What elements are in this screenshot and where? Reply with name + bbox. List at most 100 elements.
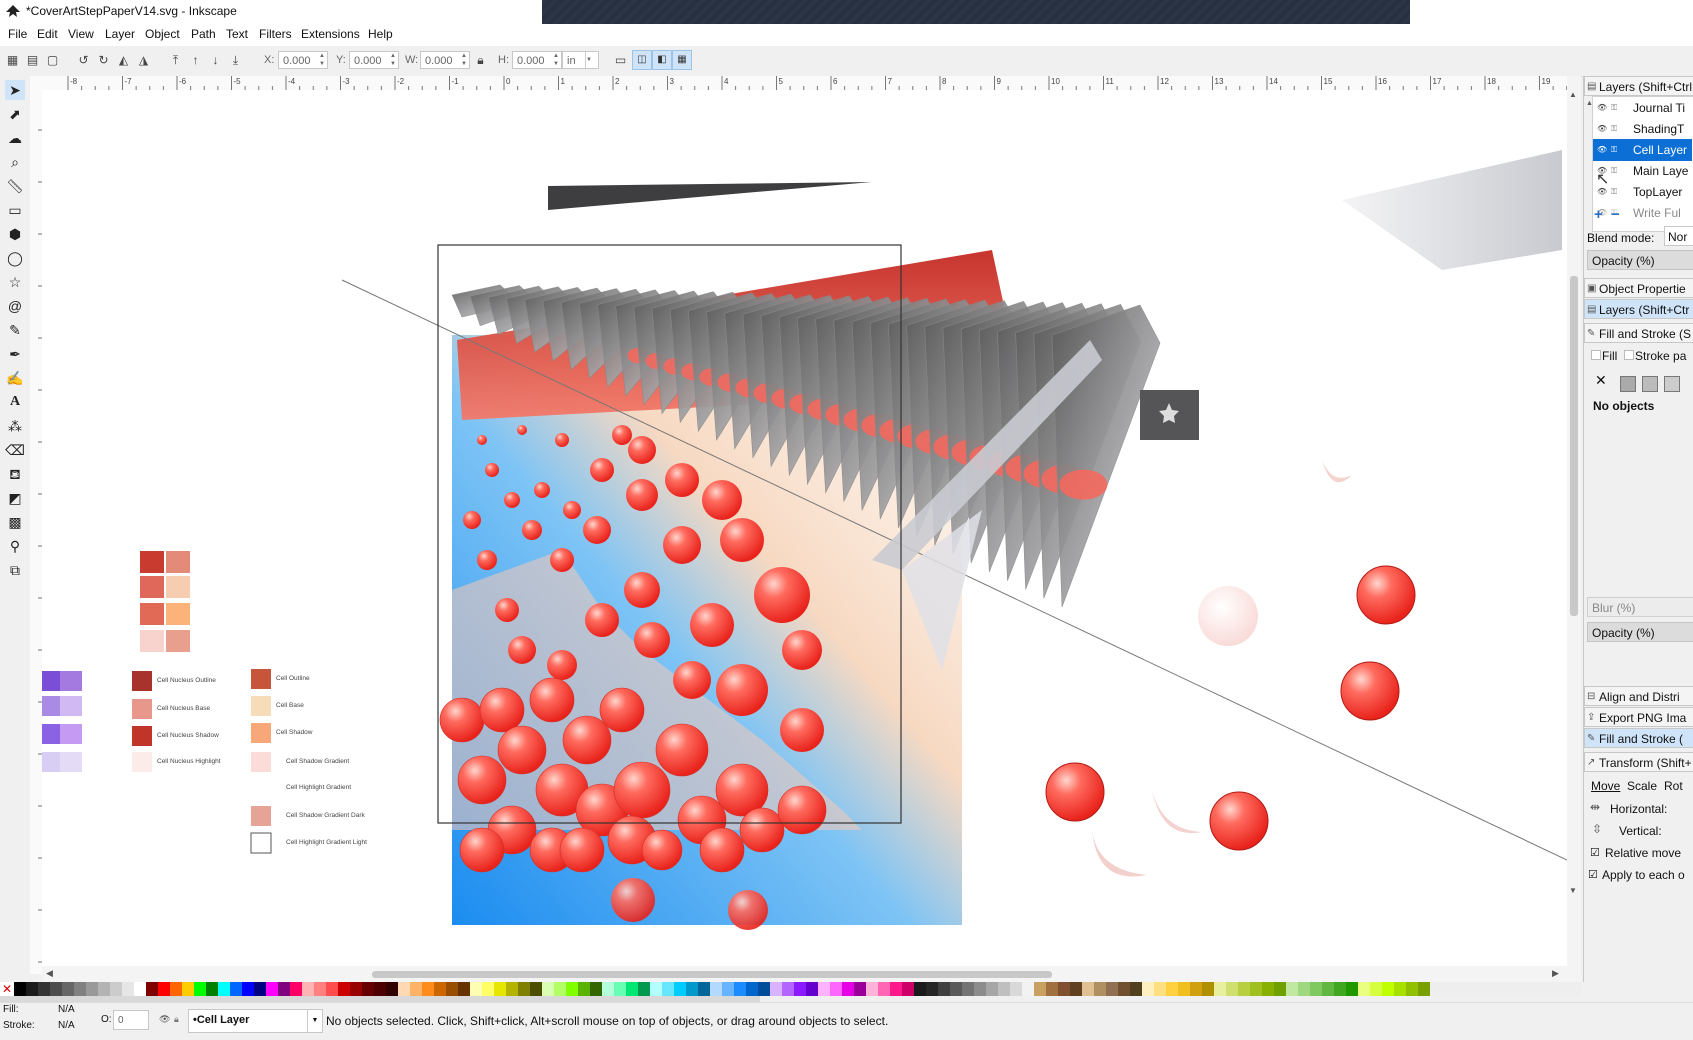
palette-swatch[interactable] — [74, 982, 86, 996]
palette-swatch[interactable] — [1274, 982, 1286, 996]
scale-corners-toggle[interactable]: ◫ — [632, 50, 652, 70]
palette-swatch[interactable] — [1370, 982, 1382, 996]
palette-swatch[interactable] — [494, 982, 506, 996]
menu-layer[interactable]: Layer — [105, 27, 135, 41]
lower-icon[interactable]: ↓ — [209, 54, 222, 67]
palette-swatch[interactable] — [266, 982, 278, 996]
export-png-tab[interactable]: ⇪ Export PNG Ima — [1584, 707, 1693, 727]
palette-swatch[interactable] — [650, 982, 662, 996]
palette-swatch[interactable] — [254, 982, 266, 996]
menu-file[interactable]: File — [8, 27, 27, 41]
palette-swatch[interactable] — [434, 982, 446, 996]
palette-swatch[interactable] — [722, 982, 734, 996]
h-spin-arrows-icon[interactable]: ▲ ▼ — [553, 52, 561, 68]
palette-swatch[interactable] — [362, 982, 374, 996]
palette-swatch[interactable] — [1058, 982, 1070, 996]
palette-swatch[interactable] — [1394, 982, 1406, 996]
move-gradients-toggle[interactable]: ◧ — [652, 50, 672, 70]
blur-slider[interactable]: Blur (%) — [1587, 597, 1693, 617]
palette-swatch[interactable] — [350, 982, 362, 996]
palette-swatch[interactable] — [974, 982, 986, 996]
no-paint-icon[interactable]: ✕ — [1595, 372, 1607, 389]
palette-swatch[interactable] — [446, 982, 458, 996]
palette-swatch[interactable] — [194, 982, 206, 996]
menu-view[interactable]: View — [68, 27, 94, 41]
unlock-icon[interactable]: ⚿ — [1611, 97, 1617, 119]
palette-swatch[interactable] — [1070, 982, 1082, 996]
lower-to-bottom-icon[interactable]: ⤓ — [229, 54, 242, 67]
spiral-tool-icon[interactable]: @ — [5, 296, 25, 316]
raise-icon[interactable]: ↑ — [189, 54, 202, 67]
palette-swatch[interactable] — [374, 982, 386, 996]
palette-swatch[interactable] — [866, 982, 878, 996]
pencil-tool-icon[interactable]: ✎ — [5, 320, 25, 340]
palette-swatch[interactable] — [26, 982, 38, 996]
palette-swatch[interactable] — [542, 982, 554, 996]
mesh-tool-icon[interactable]: ▩ — [5, 512, 25, 532]
zoom-tool-icon[interactable]: ⌕ — [5, 152, 25, 172]
palette-swatch[interactable] — [1310, 982, 1322, 996]
selector-tool-icon[interactable]: ➤ — [5, 80, 25, 100]
layer-row-cell-selected[interactable]: 👁︎ ⚿ Cell Layer — [1593, 139, 1692, 161]
palette-swatch[interactable] — [1094, 982, 1106, 996]
palette-swatch[interactable] — [1142, 982, 1154, 996]
pen-tool-icon[interactable]: ✒ — [5, 344, 25, 364]
palette-swatch[interactable] — [614, 982, 626, 996]
palette-swatch[interactable] — [674, 982, 686, 996]
menu-object[interactable]: Object — [145, 27, 180, 41]
dropper-tool-icon[interactable]: ⚲ — [5, 536, 25, 556]
palette-swatch[interactable] — [1322, 982, 1334, 996]
add-layer-icon[interactable]: + — [1594, 206, 1603, 223]
palette-swatch[interactable] — [962, 982, 974, 996]
palette-swatch[interactable] — [290, 982, 302, 996]
layer-visibility-icon[interactable]: 👁︎ — [159, 1014, 170, 1025]
palette-swatch[interactable] — [566, 982, 578, 996]
move-tab[interactable]: Move — [1591, 776, 1620, 796]
scroll-up-icon[interactable]: ▲ — [1569, 90, 1577, 99]
object-opacity-slider[interactable]: Opacity (%) — [1587, 622, 1693, 642]
palette-swatch[interactable] — [182, 982, 194, 996]
raise-to-top-icon[interactable]: ⤒ — [169, 54, 182, 67]
current-layer-select[interactable]: •Cell Layer ▼ — [188, 1009, 323, 1033]
drawing-canvas[interactable]: Cell Nucleus Outline Cell Nucleus Base Cel… — [42, 90, 1567, 970]
menu-help[interactable]: Help — [368, 27, 393, 41]
unit-select[interactable]: in ▼ — [562, 51, 599, 69]
blend-mode-select[interactable]: Nor — [1664, 226, 1693, 246]
palette-swatch[interactable] — [1382, 982, 1394, 996]
palette-swatch[interactable] — [398, 982, 410, 996]
palette-swatch[interactable] — [890, 982, 902, 996]
palette-swatch[interactable] — [950, 982, 962, 996]
layer-row-journal[interactable]: 👁︎ ⚿ Journal Ti — [1593, 97, 1692, 119]
calligraphy-tool-icon[interactable]: ✍ — [5, 368, 25, 388]
palette-swatch[interactable] — [122, 982, 134, 996]
palette-swatch[interactable] — [1166, 982, 1178, 996]
linear-gradient-icon[interactable] — [1642, 376, 1658, 392]
stroke-paint-checkbox-icon[interactable] — [1624, 350, 1634, 360]
eye-icon[interactable]: 👁︎ — [1597, 97, 1607, 119]
layer-opacity-slider[interactable]: Opacity (%) — [1587, 250, 1693, 270]
layers-panel-header[interactable]: ▤ Layers (Shift+Ctrl — [1584, 76, 1693, 96]
layer-lock-icon[interactable]: 🔒︎ — [174, 1014, 179, 1025]
vertical-scroll-thumb[interactable] — [1570, 276, 1578, 616]
unlock-icon[interactable]: ⚿ — [1611, 118, 1617, 140]
palette-swatch[interactable] — [554, 982, 566, 996]
palette-swatch[interactable] — [230, 982, 242, 996]
y-field[interactable]: 0.000 ▲ ▼ — [349, 51, 399, 69]
palette-swatch[interactable] — [734, 982, 746, 996]
remove-layer-icon[interactable]: − — [1611, 206, 1620, 223]
palette-swatch[interactable] — [146, 982, 158, 996]
palette-swatch[interactable] — [1346, 982, 1358, 996]
eye-icon[interactable]: 👁︎ — [1597, 139, 1607, 161]
layer-row-shading[interactable]: 👁︎ ⚿ ShadingT — [1593, 118, 1692, 140]
radial-gradient-icon[interactable] — [1664, 376, 1680, 392]
palette-swatch[interactable] — [986, 982, 998, 996]
menu-filters[interactable]: Filters — [259, 27, 292, 41]
move-patterns-toggle[interactable]: ▦ — [672, 50, 692, 70]
flip-horizontal-icon[interactable]: ◭ — [117, 54, 130, 67]
rotate-tab[interactable]: Rot — [1664, 776, 1683, 796]
palette-swatch[interactable] — [1226, 982, 1238, 996]
palette-swatch[interactable] — [482, 982, 494, 996]
palette-swatch[interactable] — [1298, 982, 1310, 996]
layer-row-write[interactable]: 👁︎ ⚿ Write Ful — [1593, 202, 1692, 224]
deselect-icon[interactable]: ▢ — [46, 54, 59, 67]
